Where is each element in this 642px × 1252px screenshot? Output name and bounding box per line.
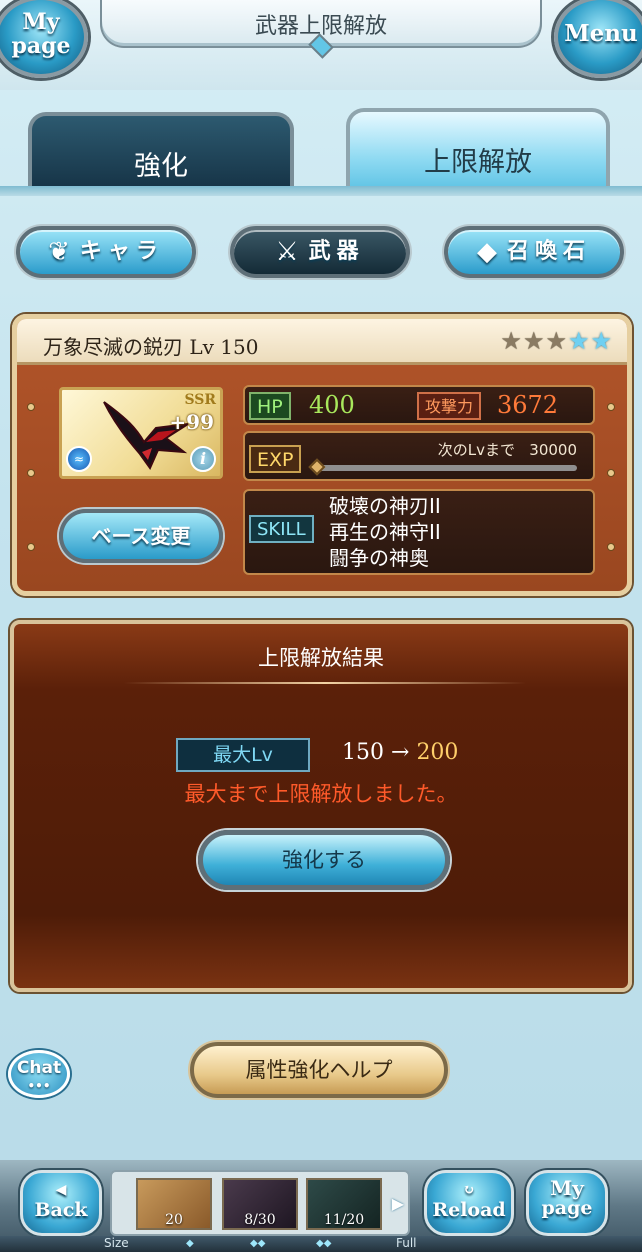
back-button[interactable]: ◀ Back — [20, 1170, 102, 1236]
mypage-label-bottom: page — [11, 33, 71, 59]
crystal-icon: ◆ — [476, 237, 497, 267]
weapon-name-line: 万象尽滅の鋭刃 Lv 150 — [43, 331, 258, 360]
skill-item: 闘争の神奥 — [329, 546, 429, 570]
ssr-badge: SSR — [184, 392, 216, 408]
reload-button[interactable]: ↻ Reload — [424, 1170, 514, 1236]
full-label[interactable]: Full — [396, 1236, 417, 1250]
category-weapon-label: 武器 — [308, 239, 365, 264]
new-level: 200 — [416, 740, 459, 765]
stat-row: HP 400 攻撃力 3672 — [243, 385, 595, 425]
back-label: Back — [34, 1199, 88, 1221]
exp-row: EXP 次のLvまで 30000 — [243, 431, 595, 481]
chat-button[interactable]: Chat ••• — [8, 1050, 70, 1098]
menu-label: Menu — [564, 20, 638, 47]
bottom-mypage-label: page — [541, 1197, 593, 1219]
top-bar: 武器上限解放 My page Menu — [0, 0, 642, 90]
rivet-icon — [607, 403, 615, 411]
star-icon: ★ — [522, 327, 546, 355]
size-dot-icon[interactable]: ◆◆ — [250, 1238, 265, 1249]
weapon-level: Lv 150 — [189, 335, 259, 359]
max-lv-label: 最大Lv — [176, 738, 310, 772]
tab-divider — [0, 186, 642, 196]
shortcut-slot[interactable]: 11/20 — [306, 1178, 382, 1230]
skill-row: SKILL 破壊の神刃II 再生の神守II 闘争の神奥 — [243, 489, 595, 575]
level-change: 150 → 200 — [342, 740, 458, 765]
attack-value: 3672 — [497, 391, 559, 419]
size-label: Size — [104, 1236, 129, 1250]
result-divider — [124, 682, 526, 684]
exp-marker-icon — [308, 458, 326, 476]
reload-icon: ↻ — [463, 1182, 475, 1198]
mypage-label-top: My — [22, 9, 60, 35]
category-weapon-button[interactable]: ⚔ 武器 — [230, 226, 410, 278]
result-title: 上限解放結果 — [258, 646, 384, 670]
rivet-icon — [607, 543, 615, 551]
water-element-icon: ≈ — [66, 446, 92, 472]
tab-enhance[interactable]: 強化 — [28, 112, 294, 188]
rarity-stars: ★★★★★ — [500, 327, 613, 355]
blue-star-icon: ★ — [567, 327, 591, 355]
menu-button[interactable]: Menu — [554, 0, 642, 78]
old-level: 150 — [342, 740, 384, 765]
star-icon: ★ — [500, 327, 523, 355]
star-icon: ★ — [545, 327, 568, 355]
rivet-icon — [27, 543, 35, 551]
rivet-icon — [27, 469, 35, 477]
category-summon-label: 召喚石 — [506, 239, 591, 264]
category-chara-label: キャラ — [79, 239, 164, 264]
tab-uncap[interactable]: 上限解放 — [346, 108, 610, 190]
shortcut-strip: 20 8/30 11/20 ▶ — [110, 1170, 410, 1236]
reload-label: Reload — [432, 1199, 506, 1221]
category-chara-button[interactable]: ❦ キャラ — [16, 226, 196, 278]
skill-item: 破壊の神刃II — [329, 494, 441, 518]
weapon-thumbnail[interactable]: SSR +99 ≈ i — [59, 387, 223, 479]
arrow-icon: → — [391, 740, 410, 765]
shortcut-slot[interactable]: 8/30 — [222, 1178, 298, 1230]
size-control-row: Size ◆ ◆◆ ◆◆ Full — [0, 1236, 642, 1252]
size-dot-icon[interactable]: ◆◆ — [316, 1238, 331, 1249]
base-change-button[interactable]: ベース変更 — [59, 509, 223, 563]
element-help-button[interactable]: 属性強化ヘルプ — [190, 1042, 448, 1098]
uncap-result-panel: 上限解放結果 最大Lv 150 → 200 最大まで上限解放しました。 強化する — [10, 620, 632, 992]
result-message: 最大まで上限解放しました。 — [184, 782, 458, 806]
enhance-button[interactable]: 強化する — [198, 830, 450, 890]
bottom-mypage-button[interactable]: My page — [526, 1170, 608, 1236]
hp-label: HP — [249, 392, 291, 420]
attack-label: 攻撃力 — [417, 392, 482, 420]
weapon-name: 万象尽滅の鋭刃 — [43, 335, 183, 359]
exp-next-text: 次のLvまで 30000 — [438, 439, 577, 460]
back-arrow-icon: ◀ — [55, 1182, 67, 1198]
blue-star-icon: ★ — [590, 327, 613, 355]
rivet-icon — [27, 403, 35, 411]
bottom-mypage-top: My — [550, 1176, 584, 1200]
skill-list: 破壊の神刃II 再生の神守II 闘争の神奥 — [329, 493, 441, 571]
skill-item: 再生の神守II — [329, 520, 441, 544]
exp-label: EXP — [249, 445, 302, 473]
weapon-card: 万象尽滅の鋭刃 Lv 150 ★★★★★ SSR +99 ≈ i HP 400 … — [12, 314, 632, 596]
chat-dots-icon: ••• — [27, 1079, 51, 1093]
rivet-icon — [607, 469, 615, 477]
strip-next-icon[interactable]: ▶ — [392, 1194, 404, 1213]
skill-label: SKILL — [249, 515, 314, 543]
exp-next-label: 次のLvまで — [437, 441, 515, 459]
chat-label: Chat — [16, 1058, 62, 1078]
size-dot-icon[interactable]: ◆ — [186, 1238, 194, 1249]
category-summon-button[interactable]: ◆ 召喚石 — [444, 226, 624, 278]
exp-bar — [308, 458, 577, 476]
plus-value: +99 — [169, 410, 214, 434]
weapon-card-header: 万象尽滅の鋭刃 Lv 150 ★★★★★ — [17, 319, 627, 365]
chara-emblem-icon: ❦ — [48, 237, 70, 267]
mypage-button[interactable]: My page — [0, 0, 88, 78]
shortcut-slot[interactable]: 20 — [136, 1178, 212, 1230]
crossed-swords-icon: ⚔ — [275, 237, 299, 267]
hp-value: 400 — [309, 391, 355, 419]
info-icon[interactable]: i — [190, 446, 216, 472]
exp-next-value: 30000 — [529, 441, 577, 459]
